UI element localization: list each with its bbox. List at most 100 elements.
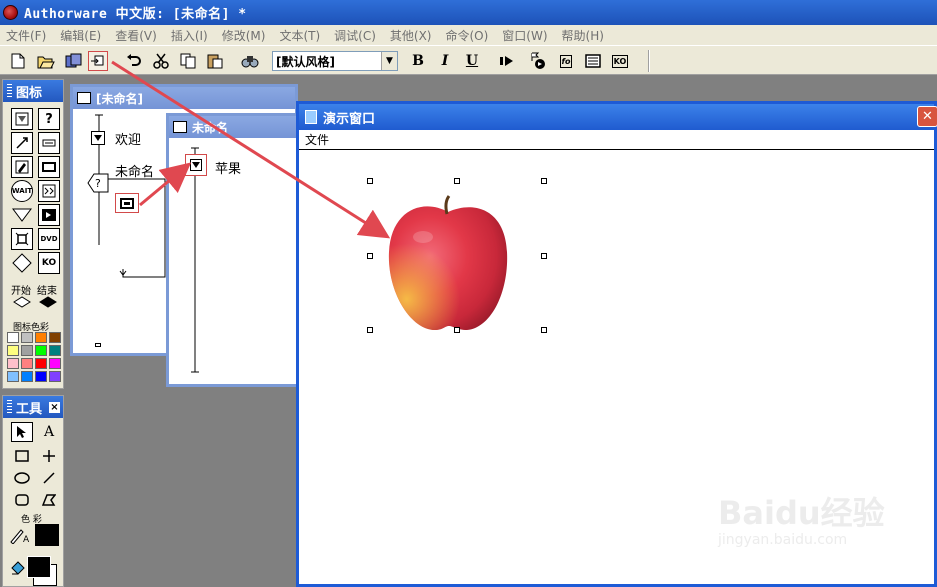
welcome-display-icon[interactable] bbox=[91, 131, 105, 145]
color-swatch[interactable] bbox=[21, 358, 33, 369]
calculation-icon[interactable] bbox=[11, 156, 33, 178]
style-select[interactable]: [默认风格] ▼ bbox=[272, 51, 398, 71]
menu-file[interactable]: 文件(F) bbox=[6, 27, 46, 44]
restart-icon[interactable] bbox=[497, 51, 517, 71]
video-icon[interactable] bbox=[38, 156, 60, 178]
color-swatch[interactable] bbox=[35, 345, 47, 356]
undo-icon[interactable] bbox=[124, 51, 144, 71]
color-swatch[interactable] bbox=[35, 358, 47, 369]
apple-display-icon[interactable] bbox=[185, 154, 207, 176]
selection-handle-e[interactable] bbox=[541, 253, 547, 259]
chevron-down-icon[interactable]: ▼ bbox=[381, 52, 397, 70]
functions-button[interactable]: fo bbox=[556, 51, 576, 71]
selection-handle-w[interactable] bbox=[367, 253, 373, 259]
find-icon[interactable] bbox=[240, 51, 260, 71]
line-color-swatch[interactable] bbox=[35, 524, 59, 546]
erase-icon[interactable] bbox=[38, 132, 60, 154]
presentation-menu-file[interactable]: 文件 bbox=[305, 131, 329, 148]
rectangle-tool-icon[interactable] bbox=[11, 446, 33, 466]
color-swatch[interactable] bbox=[35, 332, 47, 343]
color-swatch[interactable] bbox=[7, 358, 19, 369]
menu-other[interactable]: 其他(X) bbox=[390, 27, 432, 44]
pencil-icon: A bbox=[9, 526, 31, 547]
color-swatch[interactable] bbox=[49, 345, 61, 356]
audio-icon[interactable] bbox=[38, 204, 60, 226]
end-flag-icon[interactable] bbox=[39, 296, 57, 311]
import-icon[interactable] bbox=[88, 51, 108, 71]
knowledge-object-button[interactable]: KO bbox=[38, 252, 60, 274]
cut-icon[interactable] bbox=[151, 51, 171, 71]
color-swatch[interactable] bbox=[49, 332, 61, 343]
knowledge-objects-button[interactable]: KO bbox=[610, 51, 630, 71]
paste-icon[interactable] bbox=[205, 51, 225, 71]
crosshair-tool-icon[interactable] bbox=[38, 446, 60, 466]
menu-edit[interactable]: 编辑(E) bbox=[60, 27, 101, 44]
polygon-tool-icon[interactable] bbox=[38, 490, 60, 510]
menu-debug[interactable]: 调试(C) bbox=[334, 27, 376, 44]
sub-flowline-header: 未命名 bbox=[169, 116, 298, 138]
welcome-icon-label: 欢迎 bbox=[115, 133, 142, 148]
wait-button[interactable]: WAIT bbox=[11, 180, 33, 202]
color-swatch[interactable] bbox=[7, 345, 19, 356]
copy-icon[interactable] bbox=[178, 51, 198, 71]
menu-text[interactable]: 文本(T) bbox=[279, 27, 320, 44]
pointer-tool-icon[interactable] bbox=[11, 422, 33, 442]
close-icon[interactable]: × bbox=[49, 401, 60, 413]
line-tool-icon[interactable] bbox=[38, 468, 60, 488]
selection-handle-s[interactable] bbox=[454, 327, 460, 333]
bold-button[interactable]: B bbox=[408, 51, 428, 71]
color-swatch[interactable] bbox=[21, 345, 33, 356]
new-file-icon[interactable] bbox=[8, 51, 28, 71]
dvd-button[interactable]: DVD bbox=[38, 228, 60, 250]
icon-palette: 图标 ? WAIT DVD KO 开始 结束 图标色彩 bbox=[2, 79, 64, 389]
framework-icon[interactable] bbox=[11, 228, 33, 250]
knowledge-objects-label: KO bbox=[611, 54, 629, 68]
text-tool[interactable]: A bbox=[38, 422, 60, 442]
display-icon[interactable] bbox=[11, 108, 33, 130]
grip-handle[interactable] bbox=[7, 400, 12, 414]
interaction-icon[interactable] bbox=[11, 252, 33, 274]
close-icon[interactable]: ✕ bbox=[917, 106, 937, 127]
apple-image[interactable] bbox=[383, 192, 513, 334]
question-icon[interactable]: ? bbox=[38, 108, 60, 130]
variables-icon[interactable] bbox=[583, 51, 603, 71]
motion-icon[interactable] bbox=[11, 132, 33, 154]
menu-window[interactable]: 窗口(W) bbox=[502, 27, 547, 44]
color-swatch[interactable] bbox=[21, 371, 33, 382]
italic-button[interactable]: I bbox=[435, 51, 455, 71]
color-swatch[interactable] bbox=[35, 371, 47, 382]
watermark-url: jingyan.baidu.com bbox=[718, 532, 848, 548]
color-swatch[interactable] bbox=[7, 371, 19, 382]
open-file-icon[interactable] bbox=[36, 51, 56, 71]
menu-help[interactable]: 帮助(H) bbox=[562, 27, 604, 44]
save-all-icon[interactable] bbox=[64, 51, 84, 71]
navigate-icon[interactable] bbox=[38, 180, 60, 202]
watermark: Baidu经验 jingyan.baidu.com bbox=[718, 488, 885, 548]
apple-icon-label: 苹果 bbox=[215, 162, 242, 177]
decision-icon[interactable] bbox=[11, 204, 33, 226]
selection-handle-sw[interactable] bbox=[367, 327, 373, 333]
selection-handle-se[interactable] bbox=[541, 327, 547, 333]
start-flag-icon[interactable] bbox=[13, 296, 31, 311]
grip-handle[interactable] bbox=[7, 84, 12, 98]
selection-handle-nw[interactable] bbox=[367, 178, 373, 184]
ellipse-tool-icon[interactable] bbox=[11, 468, 33, 488]
map-group-icon[interactable] bbox=[115, 193, 139, 213]
flowline-end bbox=[95, 343, 101, 347]
selection-handle-ne[interactable] bbox=[541, 178, 547, 184]
menu-insert[interactable]: 插入(I) bbox=[171, 27, 208, 44]
interaction-icon[interactable]: ? bbox=[87, 173, 109, 196]
color-swatch[interactable] bbox=[7, 332, 19, 343]
sub-flowline-window: 未命名 苹果 bbox=[166, 113, 301, 387]
play-from-flag-icon[interactable] bbox=[528, 51, 548, 71]
selection-handle-n[interactable] bbox=[454, 178, 460, 184]
menu-view[interactable]: 查看(V) bbox=[115, 27, 157, 44]
color-swatch[interactable] bbox=[49, 358, 61, 369]
menu-command[interactable]: 命令(O) bbox=[445, 27, 488, 44]
underline-button[interactable]: U bbox=[462, 51, 482, 71]
foreground-color-swatch[interactable] bbox=[27, 556, 51, 578]
rounded-rect-tool-icon[interactable] bbox=[11, 490, 33, 510]
color-swatch[interactable] bbox=[21, 332, 33, 343]
menu-modify[interactable]: 修改(M) bbox=[222, 27, 266, 44]
color-swatch[interactable] bbox=[49, 371, 61, 382]
